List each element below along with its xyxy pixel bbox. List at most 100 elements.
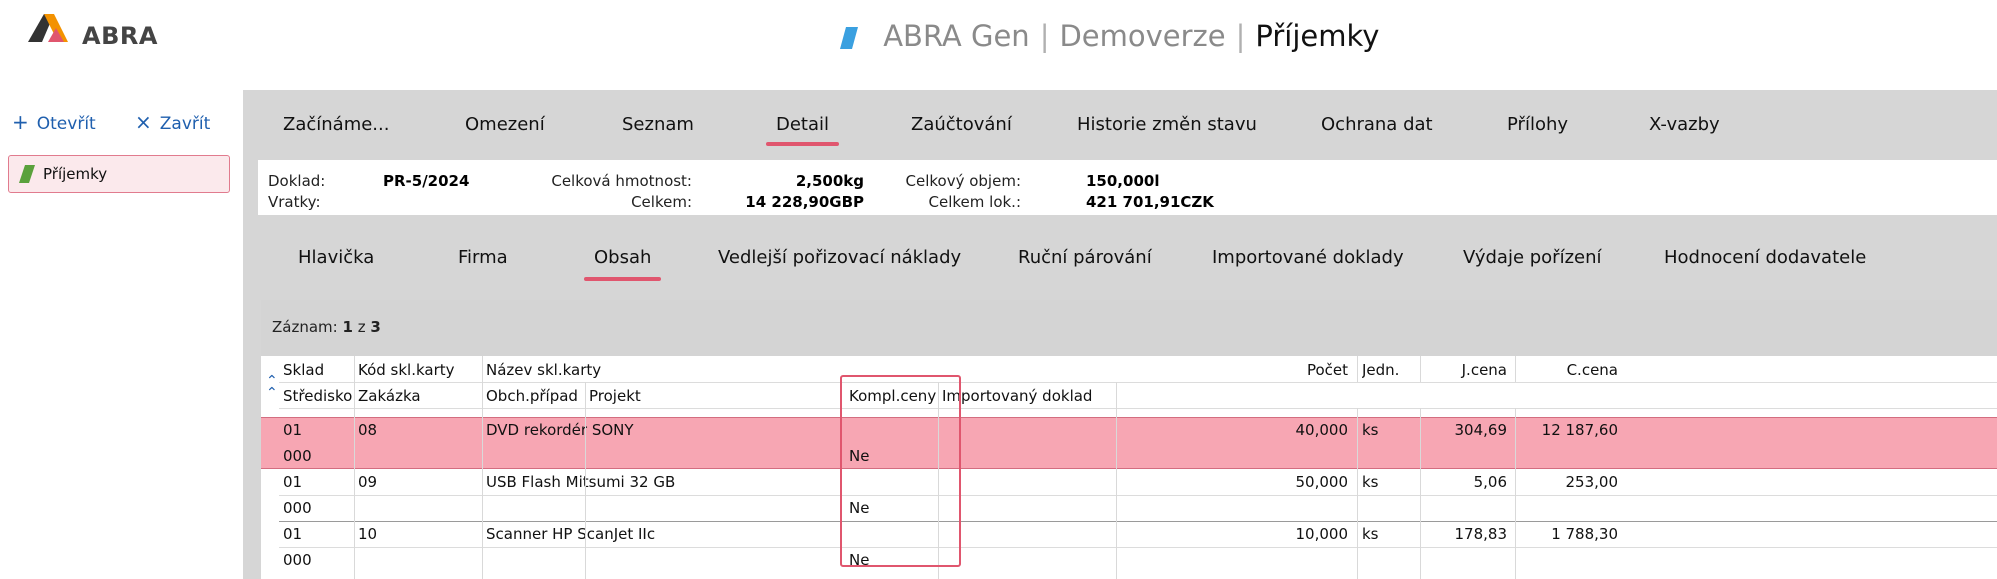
open-document-label: Příjemky (43, 165, 108, 183)
celkem-lok-label: Celkem lok.: (928, 193, 1021, 211)
col-stredisko[interactable]: Středisko (283, 387, 353, 405)
row2-nazev[interactable]: USB Flash Mitsumi 32 GB (486, 473, 786, 491)
top-bar: ABRA ABRA Gen | Demoverze | Příjemky (0, 0, 1997, 72)
grid-line (1515, 356, 1516, 382)
grid-line (1357, 408, 1358, 579)
col-jedn[interactable]: Jedn. (1362, 361, 1422, 379)
open-button[interactable]: + Otevřít (12, 110, 96, 134)
main-tabs: Začínáme... Omezení Seznam Detail Zaúčto… (243, 90, 1997, 160)
row1-stredisko[interactable]: 000 (283, 447, 312, 465)
row2-ccena[interactable]: 253,00 (1516, 473, 1622, 491)
grid-line (354, 356, 355, 579)
col-kod[interactable]: Kód skl.karty (358, 361, 483, 379)
col-kompl-ceny[interactable]: Kompl.ceny (849, 387, 939, 405)
col-nazev[interactable]: Název skl.karty (486, 361, 786, 379)
tab-x-vazby[interactable]: X-vazby (1649, 114, 1720, 135)
tab-vedlejsi-naklady[interactable]: Vedlejší pořizovací náklady (718, 247, 961, 268)
objem-value: 150,000l (1086, 172, 1160, 190)
module-mark-icon (19, 165, 35, 183)
grid-line (279, 382, 1997, 383)
close-button[interactable]: × Zavřít (135, 110, 210, 134)
plus-icon: + (12, 110, 29, 134)
row1-ccena[interactable]: 12 187,60 (1516, 421, 1622, 439)
tab-rucni-parovani[interactable]: Ruční párování (1018, 247, 1152, 268)
col-pocet[interactable]: Počet (1256, 361, 1352, 379)
row2-pocet[interactable]: 50,000 (1256, 473, 1352, 491)
logo-text: ABRA (82, 22, 158, 50)
col-projekt[interactable]: Projekt (589, 387, 709, 405)
row1-pocet[interactable]: 40,000 (1256, 421, 1352, 439)
row3-nazev[interactable]: Scanner HP ScanJet IIc (486, 525, 786, 543)
tab-importovane-doklady[interactable]: Importované doklady (1212, 247, 1404, 268)
row1-nazev[interactable]: DVD rekordér SONY (486, 421, 786, 439)
hmotnost-label: Celková hmotnost: (551, 172, 692, 190)
celkem-label: Celkem: (631, 193, 692, 211)
row3-sklad[interactable]: 01 (283, 525, 302, 543)
vratky-label: Vratky: (268, 193, 321, 211)
grid-line (1515, 408, 1516, 579)
grid-line (279, 408, 1997, 409)
row1-kompl[interactable]: Ne (849, 447, 869, 465)
row1-sklad[interactable]: 01 (283, 421, 302, 439)
collapse-rows-icon[interactable]: ⌃ ⌃ (266, 374, 278, 400)
app-edition: Demoverze (1059, 19, 1226, 53)
open-document-prijemky[interactable]: Příjemky (8, 155, 230, 193)
row3-kod[interactable]: 10 (358, 525, 377, 543)
tab-zauctovani[interactable]: Zaúčtování (911, 114, 1012, 135)
row3-kompl[interactable]: Ne (849, 551, 869, 569)
doklad-label: Doklad: (268, 172, 326, 190)
row2-jcena[interactable]: 5,06 (1421, 473, 1511, 491)
tab-firma[interactable]: Firma (458, 247, 508, 268)
tab-zaciname[interactable]: Začínáme... (283, 114, 389, 135)
tab-obsah[interactable]: Obsah (583, 247, 662, 281)
objem-label: Celkový objem: (905, 172, 1021, 190)
record-counter-label: Záznam: (272, 318, 338, 336)
tab-vydaje-porizeni[interactable]: Výdaje pořízení (1463, 247, 1602, 268)
record-of: z (357, 318, 366, 336)
row3-jcena[interactable]: 178,83 (1421, 525, 1511, 543)
row1-kod[interactable]: 08 (358, 421, 377, 439)
abra-logo[interactable]: ABRA (28, 12, 168, 50)
row2-jedn[interactable]: ks (1362, 473, 1379, 491)
app-name: ABRA Gen (883, 19, 1030, 53)
grid-line (482, 356, 483, 579)
col-importovany-doklad[interactable]: Importovaný doklad (942, 387, 1112, 405)
tab-prilohy[interactable]: Přílohy (1507, 114, 1568, 135)
tab-hlavicka[interactable]: Hlavička (298, 247, 374, 268)
grid-line (1116, 382, 1117, 579)
grid-line (1357, 356, 1358, 382)
record-total: 3 (370, 318, 381, 336)
items-grid: Záznam: 1 z 3 ⌃ ⌃ Sklad Kód skl.karty Náz… (261, 300, 1997, 579)
doklad-value: PR-5/2024 (383, 172, 470, 190)
row2-stredisko[interactable]: 000 (283, 499, 312, 517)
row3-pocet[interactable]: 10,000 (1256, 525, 1352, 543)
sub-tabs: Hlavička Firma Obsah Vedlejší pořizovací… (258, 215, 1997, 290)
row1-jcena[interactable]: 304,69 (1421, 421, 1511, 439)
col-sklad[interactable]: Sklad (283, 361, 353, 379)
tab-seznam[interactable]: Seznam (622, 114, 694, 135)
row3-stredisko[interactable]: 000 (283, 551, 312, 569)
row3-jedn[interactable]: ks (1362, 525, 1379, 543)
grid-line (279, 495, 1997, 496)
record-current: 1 (342, 318, 353, 336)
row3-ccena[interactable]: 1 788,30 (1516, 525, 1622, 543)
grid-line (938, 382, 939, 579)
row1-jedn[interactable]: ks (1362, 421, 1379, 439)
col-jcena[interactable]: J.cena (1421, 361, 1511, 379)
col-ccena[interactable]: C.cena (1516, 361, 1622, 379)
open-button-label: Otevřít (36, 114, 96, 134)
tab-omezeni[interactable]: Omezení (465, 114, 545, 135)
module-mark-icon (840, 27, 858, 49)
row2-kompl[interactable]: Ne (849, 499, 869, 517)
col-zakazka[interactable]: Zakázka (358, 387, 483, 405)
tab-hodnoceni-dodavatele[interactable]: Hodnocení dodavatele (1664, 247, 1866, 268)
tab-historie[interactable]: Historie změn stavu (1077, 114, 1257, 135)
tab-detail[interactable]: Detail (765, 114, 840, 146)
tab-ochrana-dat[interactable]: Ochrana dat (1321, 114, 1433, 135)
grid-line (1420, 356, 1421, 382)
document-summary: Doklad: PR-5/2024 Vratky: Celková hmotno… (258, 160, 1997, 215)
col-obch-pripad[interactable]: Obch.případ (486, 387, 586, 405)
row2-sklad[interactable]: 01 (283, 473, 302, 491)
row2-kod[interactable]: 09 (358, 473, 377, 491)
title-separator: | (1235, 19, 1246, 53)
